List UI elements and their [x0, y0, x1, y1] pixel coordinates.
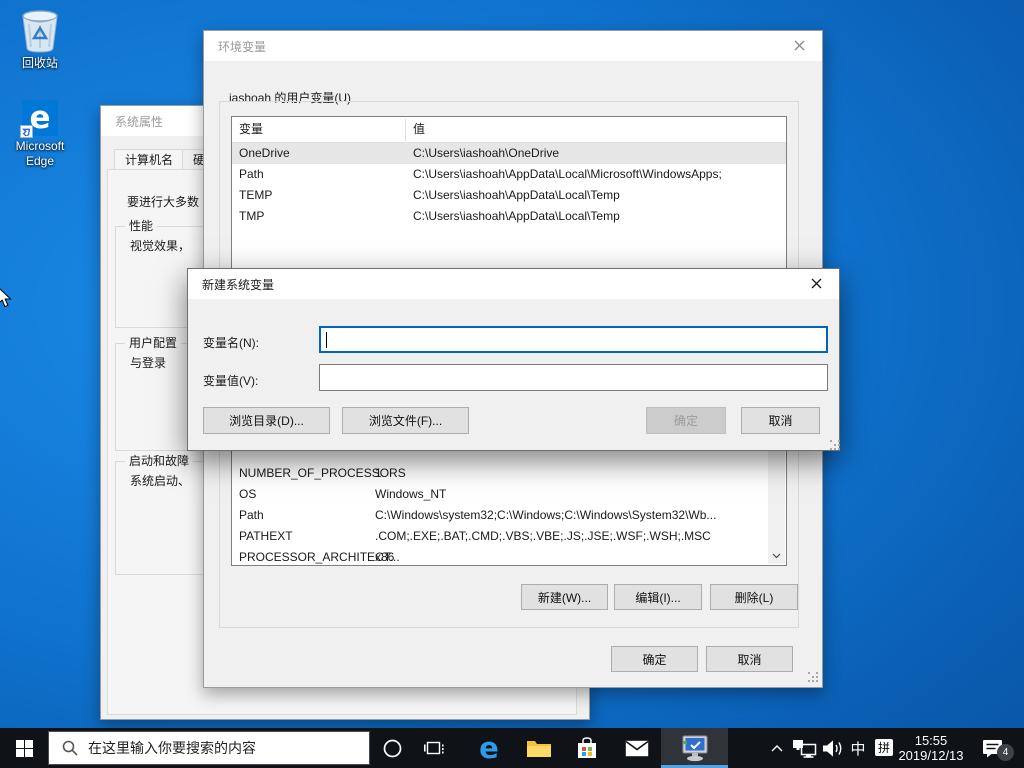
text-caret	[326, 332, 327, 348]
notification-count-badge: 4	[997, 744, 1014, 761]
group-text: 系统启动、	[130, 472, 190, 489]
window-title: 系统属性	[115, 113, 163, 130]
system-monitor-icon	[680, 734, 710, 762]
group-label: 启动和故障	[125, 452, 193, 469]
close-button[interactable]	[777, 31, 822, 60]
desktop-icon-label: Microsoft Edge	[7, 139, 73, 169]
advanced-intro-text: 要进行大多数	[127, 193, 199, 210]
search-icon	[62, 740, 78, 756]
folder-icon	[526, 738, 552, 758]
system-new-button[interactable]: 新建(W)...	[521, 584, 608, 610]
titlebar[interactable]: 环境变量	[204, 31, 822, 61]
variable-value-label: 变量值(V):	[203, 372, 258, 389]
windows-logo-icon	[16, 740, 33, 757]
variable-name-input[interactable]	[319, 326, 828, 353]
tray-clock[interactable]: 15:55 2019/12/13	[893, 733, 969, 763]
group-text: 与登录	[130, 354, 166, 371]
file-explorer-button[interactable]	[518, 728, 560, 768]
table-row[interactable]: PROCESSOR_ARCHITECT... x86	[232, 547, 786, 566]
titlebar[interactable]: 新建系统变量	[188, 269, 839, 299]
taskbar-system-properties-app[interactable]	[661, 728, 728, 768]
table-row[interactable]: OS Windows_NT	[232, 484, 786, 505]
recycle-bin-icon	[17, 6, 63, 53]
table-row[interactable]: Path C:\Windows\system32;C:\Windows;C:\W…	[232, 505, 786, 526]
taskbar-search-box[interactable]	[48, 731, 370, 765]
chevron-down-icon	[772, 553, 781, 559]
chevron-up-icon	[771, 745, 783, 752]
desktop-icon-label: 回收站	[7, 56, 73, 71]
table-row[interactable]: TEMP C:\Users\iashoah\AppData\Local\Temp	[232, 185, 786, 206]
window-new-system-variable: 新建系统变量 变量名(N): 变量值(V): 浏览目录(D)... 浏览文件(F…	[187, 268, 840, 451]
cancel-button[interactable]: 取消	[741, 407, 820, 434]
tray-show-hidden-icons-button[interactable]	[764, 728, 790, 768]
mail-button[interactable]	[616, 728, 658, 768]
taskbar-edge-button[interactable]: e	[468, 728, 510, 768]
ethernet-network-icon	[793, 739, 817, 758]
speaker-icon	[823, 740, 845, 757]
vertical-scrollbar[interactable]	[768, 438, 785, 564]
group-label: 性能	[125, 217, 157, 234]
start-button[interactable]	[0, 728, 48, 768]
edge-icon: e	[479, 734, 499, 763]
window-title: 新建系统变量	[202, 276, 274, 293]
close-button[interactable]	[794, 269, 839, 298]
system-variables-table[interactable]: NUMBER_OF_PROCESSORS 1 OS Windows_NT Pat…	[231, 436, 787, 566]
variable-value-input[interactable]	[319, 364, 828, 391]
edge-logo-icon: e	[22, 100, 58, 136]
group-label: 用户配置	[125, 334, 181, 351]
close-icon	[811, 278, 822, 289]
shortcut-arrow-icon	[20, 125, 33, 138]
task-view-icon	[424, 740, 444, 757]
window-title: 环境变量	[218, 38, 266, 55]
clock-time: 15:55	[893, 733, 969, 748]
column-header-variable[interactable]: 变量	[232, 117, 263, 142]
tray-network-button[interactable]	[791, 728, 819, 768]
system-delete-button[interactable]: 删除(L)	[710, 584, 798, 610]
close-icon	[794, 40, 805, 51]
table-row[interactable]: OneDrive C:\Users\iashoah\OneDrive	[232, 143, 786, 164]
cortana-icon	[383, 739, 402, 758]
clock-date: 2019/12/13	[893, 748, 969, 763]
table-header: 变量 值	[232, 117, 786, 143]
mail-icon	[625, 740, 649, 757]
search-input[interactable]	[88, 740, 338, 756]
resize-grip[interactable]	[808, 672, 810, 674]
cancel-button[interactable]: 取消	[706, 646, 793, 672]
mouse-cursor	[0, 286, 12, 308]
desktop: 回收站 e Microsoft Edge 系统属性 计算机名 硬件 要进行大多数…	[0, 0, 1024, 768]
tray-ime-language[interactable]: 中	[845, 728, 871, 768]
tray-ime-mode[interactable]: 拼	[875, 739, 893, 756]
taskbar: e	[0, 728, 1024, 768]
resize-grip[interactable]	[830, 440, 832, 442]
browse-file-button[interactable]: 浏览文件(F)...	[342, 407, 469, 434]
store-icon	[576, 737, 598, 759]
browse-directory-button[interactable]: 浏览目录(D)...	[203, 407, 330, 434]
desktop-icon-recycle-bin[interactable]: 回收站	[7, 6, 73, 71]
group-text: 视觉效果，	[130, 237, 190, 254]
cortana-button[interactable]	[372, 728, 412, 768]
table-row[interactable]: NUMBER_OF_PROCESSORS 1	[232, 463, 786, 484]
scroll-down-button[interactable]	[768, 547, 785, 564]
tray-volume-button[interactable]	[820, 728, 847, 768]
column-header-value[interactable]: 值	[406, 117, 425, 142]
task-view-button[interactable]	[414, 728, 454, 768]
table-row[interactable]: Path C:\Users\iashoah\AppData\Local\Micr…	[232, 164, 786, 185]
desktop-icon-microsoft-edge[interactable]: e Microsoft Edge	[7, 100, 73, 169]
tab-computer-name[interactable]: 计算机名	[114, 149, 184, 170]
variable-name-label: 变量名(N):	[203, 334, 259, 351]
column-divider[interactable]	[405, 119, 406, 141]
ok-button[interactable]: 确定	[646, 407, 726, 434]
table-row[interactable]: TMP C:\Users\iashoah\AppData\Local\Temp	[232, 206, 786, 227]
ok-button[interactable]: 确定	[611, 646, 698, 672]
system-edit-button[interactable]: 编辑(I)...	[614, 584, 702, 610]
microsoft-store-button[interactable]	[566, 728, 608, 768]
table-row[interactable]: PATHEXT .COM;.EXE;.BAT;.CMD;.VBS;.VBE;.J…	[232, 526, 786, 547]
